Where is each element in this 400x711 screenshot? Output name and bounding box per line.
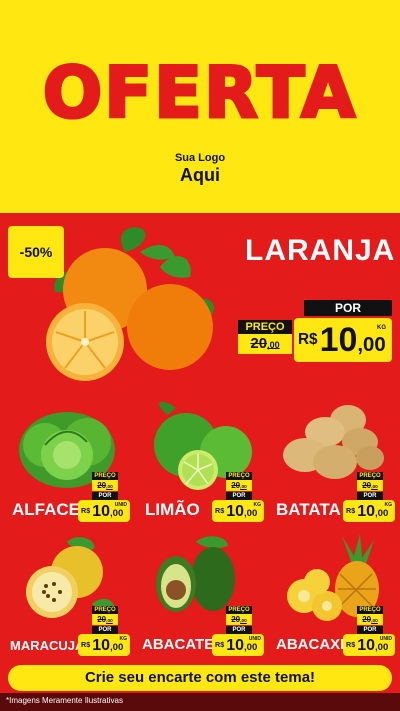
current-price: R$ 10,00 KG	[343, 500, 395, 522]
price-tag: PREÇO 20,00 POR R$ 10,00 KG	[78, 606, 130, 656]
preco-label: PREÇO	[226, 472, 252, 480]
old-price: 20,00	[226, 480, 252, 491]
product-name-alface: ALFACE	[12, 500, 80, 519]
current-price: R$ 10,00 KG	[212, 500, 264, 522]
price-tag: PREÇO 20,00 POR R$ 10,00 KG	[212, 472, 264, 522]
price-tag: PREÇO 20,00 POR R$ 10,00 UNID	[343, 606, 395, 656]
cta-banner: Crie seu encarte com este tema!	[8, 665, 392, 691]
product-name-batata: BATATA	[276, 500, 341, 519]
price-tag: PREÇO 20,00 POR R$ 10,00 UNID	[212, 606, 264, 656]
product-name-maracuja: MARACUJÁ	[10, 638, 85, 653]
logo-placeholder: Sua Logo Aqui	[0, 152, 400, 186]
current-price: R$ 10,00 UNID	[78, 500, 130, 522]
unit-label: UNID	[248, 636, 261, 642]
footer-bar: *Imagens Meramente Ilustrativas	[0, 693, 400, 711]
preco-label: PREÇO	[226, 606, 252, 614]
unit-label: KG	[119, 636, 128, 642]
old-price: 20,00	[357, 614, 383, 625]
logo-line-1: Sua Logo	[174, 152, 226, 164]
product-name-limao: LIMÃO	[145, 500, 200, 519]
price-tag: PREÇO 20,00 POR R$ 10,00 UNID	[78, 472, 130, 522]
old-price: 20,00	[357, 480, 383, 491]
por-label: POR	[357, 492, 383, 500]
hero-product-name: LARANJA	[245, 234, 396, 267]
por-label: POR	[92, 626, 118, 634]
logo-line-2: Aqui	[180, 165, 220, 185]
preco-label: PREÇO	[357, 472, 383, 480]
price-tag: PREÇO 20,00 POR R$ 10,00 KG	[343, 472, 395, 522]
unit-label: UNID	[114, 502, 127, 508]
old-price: 20,00	[226, 614, 252, 625]
unit-label: UNID	[379, 636, 392, 642]
current-price: R$ 10,00 KG	[78, 634, 130, 656]
old-price: 20,00	[92, 614, 118, 625]
product-name-abacate: ABACATE	[142, 636, 215, 653]
current-price: R$ 10,00 UNID	[212, 634, 264, 656]
offer-title: OFERTA	[41, 52, 358, 134]
current-price: R$10,00 KG	[294, 318, 392, 362]
old-price: 20,00	[92, 480, 118, 491]
por-label: POR	[226, 492, 252, 500]
unit-label: KG	[384, 502, 393, 508]
unit-label: KG	[377, 325, 386, 331]
old-price: 20,00	[238, 334, 292, 354]
current-price: R$ 10,00 UNID	[343, 634, 395, 656]
discount-badge: -50%	[8, 226, 64, 278]
preco-label: PREÇO	[92, 606, 118, 614]
preco-label: PREÇO	[357, 606, 383, 614]
preco-label: PREÇO	[238, 320, 292, 334]
unit-label: KG	[253, 502, 262, 508]
product-name-abacaxi: ABACAXI	[276, 636, 345, 653]
preco-label: PREÇO	[92, 472, 118, 480]
hero-price-tag: POR PREÇO 20,00 R$10,00 KG	[238, 300, 392, 366]
footer-disclaimer: *Imagens Meramente Ilustrativas	[6, 696, 123, 705]
